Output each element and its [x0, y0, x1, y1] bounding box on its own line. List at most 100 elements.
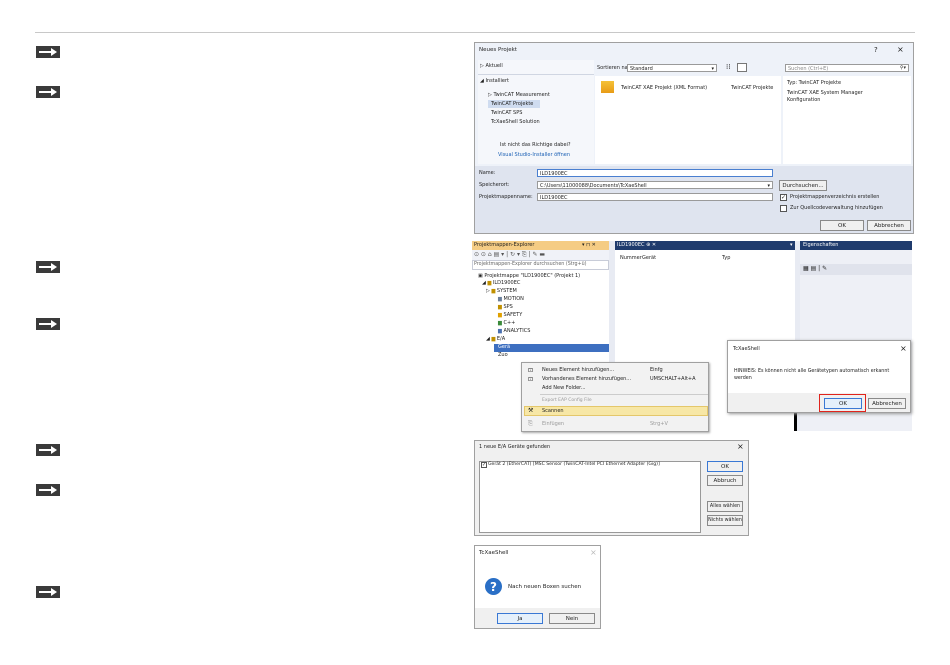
tree-sps[interactable]: ▆ SPS: [498, 305, 513, 310]
ok-button[interactable]: OK: [824, 398, 862, 409]
select-none-button[interactable]: Nichts wählen: [707, 515, 743, 526]
arrow-icon: [36, 318, 60, 330]
source-control-checkbox[interactable]: [780, 205, 787, 212]
menu-item[interactable]: Neues Element hinzufügen...: [542, 368, 614, 373]
scan-icon: ⚒: [528, 407, 534, 414]
ok-button[interactable]: OK: [707, 461, 743, 472]
tree-system[interactable]: ▷ ▆ SYSTEM: [486, 289, 517, 294]
device-checkbox[interactable]: ✓: [481, 462, 487, 468]
ok-button[interactable]: OK: [820, 220, 864, 231]
tree-devices-selected[interactable]: [494, 344, 609, 352]
dialog-title: 1 neue E/A Geräte gefunden: [479, 444, 551, 450]
tree-project[interactable]: ◢ ▆ ILD1900EC: [482, 281, 520, 286]
tree-safety[interactable]: ▆ SAFETY: [498, 313, 522, 318]
tree-cpp[interactable]: ▆ C++: [498, 321, 515, 326]
io-devices-found-dialog: 1 neue E/A Geräte gefunden × ✓ Gerät 2 (…: [474, 440, 749, 536]
create-directory-checkbox[interactable]: ✓: [780, 194, 787, 201]
menu-item: Einfügen: [542, 421, 565, 427]
arrow-icon: [36, 46, 60, 58]
help-button[interactable]: ?: [874, 47, 878, 54]
top-rule: [35, 32, 915, 33]
new-project-dialog: Neues Projekt ? × ▷ Aktuell ◢ Installier…: [474, 42, 914, 234]
device-list: [479, 461, 701, 533]
template-tree-pane: ▷ Aktuell ◢ Installiert ▷ TwinCAT Measur…: [478, 60, 594, 164]
type-description: TwinCAT XAE System Manager: [787, 90, 863, 96]
dialog-message: HINWEIS: Es können nicht alle Gerätetype…: [734, 369, 890, 374]
tree-devices: Gerä: [498, 344, 511, 350]
add-item-icon: ⊡: [528, 367, 534, 374]
close-button[interactable]: ×: [590, 549, 597, 557]
type-description: Konfiguration: [787, 97, 821, 103]
menu-shortcut: Strg+V: [650, 421, 668, 427]
add-existing-icon: ⊡: [528, 376, 534, 383]
aktuell-node[interactable]: ▷ Aktuell: [480, 64, 503, 69]
template-name: TwinCAT XAE Projekt (XML Format): [621, 85, 708, 91]
name-field[interactable]: ILD1900EC: [537, 169, 773, 177]
question-icon: ?: [485, 578, 502, 595]
tree-mapping[interactable]: Zuo: [498, 353, 508, 358]
tree-analytics[interactable]: ▆ ANALYTICS: [498, 329, 530, 334]
context-menu: ⊡ Neues Element hinzufügen... Einfg ⊡ Vo…: [521, 362, 709, 432]
column-header: Typ: [722, 255, 731, 261]
dialog-message: Nach neuen Boxen suchen: [508, 584, 582, 590]
dialog-title: TcXaeShell: [733, 346, 760, 352]
twincat-icon: [601, 81, 614, 93]
arrow-icon: [36, 261, 60, 273]
template-type: TwinCAT Projekte: [731, 85, 774, 91]
explorer-search-placeholder: Projektmappen-Explorer durchsuchen (Strg…: [474, 262, 587, 267]
tree-item[interactable]: ▷ TwinCAT Measurement: [488, 93, 550, 98]
sort-select[interactable]: Standard ▾: [627, 64, 717, 72]
menu-shortcut: Einfg: [650, 367, 663, 373]
grid-view-icon[interactable]: ⁞⁞: [726, 64, 730, 71]
not-found-text: Ist nicht das Richtige dabei?: [500, 142, 571, 148]
no-button[interactable]: Nein: [549, 613, 595, 624]
checkbox-label: Zur Quellcodeverwaltung hinzufügen: [790, 205, 883, 211]
properties-title: Eigenschaften: [803, 242, 839, 248]
location-field[interactable]: C:\Users\11000088\Documents\TcXaeShell ▾: [537, 181, 773, 189]
arrow-icon: [36, 484, 60, 496]
menu-shortcut: UMSCHALT+Alt+A: [650, 376, 696, 382]
yes-button[interactable]: Ja: [497, 613, 543, 624]
arrow-icon: [36, 586, 60, 598]
tab-dropdown-icon[interactable]: ▾: [790, 243, 793, 248]
solution-name-field[interactable]: ILD1900EC: [537, 193, 773, 201]
explorer-title: Projektmappen-Explorer: [474, 242, 535, 248]
tree-solution[interactable]: ▣ Projektmappe "ILD1900EC" (Projekt 1): [478, 274, 580, 279]
tcxaeshell-info-dialog: TcXaeShell × HINWEIS: Es können nicht al…: [727, 340, 911, 413]
cancel-button[interactable]: Abbrechen: [867, 220, 911, 231]
cancel-button[interactable]: Abbruch: [707, 475, 743, 486]
cancel-button[interactable]: Abbrechen: [868, 398, 906, 409]
tree-io[interactable]: ◢ ▆ E/A: [486, 337, 505, 342]
installer-link[interactable]: Visual Studio-Installer öffnen: [498, 153, 570, 158]
browse-button[interactable]: Durchsuchen...: [779, 180, 827, 191]
tree-item: TwinCAT Projekte: [491, 101, 534, 107]
close-button[interactable]: ×: [737, 443, 744, 451]
dialog-title: Neues Projekt: [479, 47, 517, 53]
location-label: Speicherort:: [479, 182, 510, 188]
properties-icons[interactable]: ▦ ▤ | ✎: [803, 266, 827, 272]
installiert-node[interactable]: ◢ Installiert: [480, 79, 509, 84]
type-label: Typ: TwinCAT Projekte: [787, 80, 842, 86]
paste-icon: ⎘: [528, 420, 533, 427]
column-header: Gerät: [642, 255, 657, 261]
close-button[interactable]: ×: [900, 345, 907, 353]
close-button[interactable]: ×: [897, 46, 904, 54]
tree-item[interactable]: TwinCAT SPS: [491, 111, 522, 116]
select-all-button[interactable]: Alles wählen: [707, 501, 743, 512]
menu-item-disabled: Export EAP Config File: [542, 398, 592, 403]
tree-motion[interactable]: ▆ MOTION: [498, 297, 524, 302]
solution-name-label: Projektmappenname:: [479, 194, 533, 200]
list-view-icon[interactable]: [737, 63, 747, 72]
column-header: Nummer: [620, 255, 642, 261]
tcxaeshell-question-dialog: TcXaeShell × ? Nach neuen Boxen suchen J…: [474, 545, 601, 629]
dialog-message: werden: [734, 376, 752, 381]
search-input[interactable]: Suchen (Ctrl+E) ⚲▾: [785, 64, 909, 72]
menu-item[interactable]: Vorhandenes Element hinzufügen...: [542, 377, 631, 382]
device-item[interactable]: Gerät 2 (EtherCAT) [MSC Sensor (TwinCAT-…: [488, 462, 660, 468]
toolbar-icons[interactable]: ⊙ ⊙ ⌂ ▤ ▾ | ↻ ▾ ⎘ | ✎ ▬: [474, 252, 545, 258]
pane-controls[interactable]: ▾ ⊓ ✕: [582, 243, 596, 248]
dialog-title: TcXaeShell: [479, 550, 509, 556]
menu-item[interactable]: Add New Folder...: [542, 386, 586, 391]
editor-tab[interactable]: ILD1900EC ⊕ ✕: [617, 243, 656, 248]
tree-item[interactable]: TcXaeShell Solution: [491, 120, 540, 125]
